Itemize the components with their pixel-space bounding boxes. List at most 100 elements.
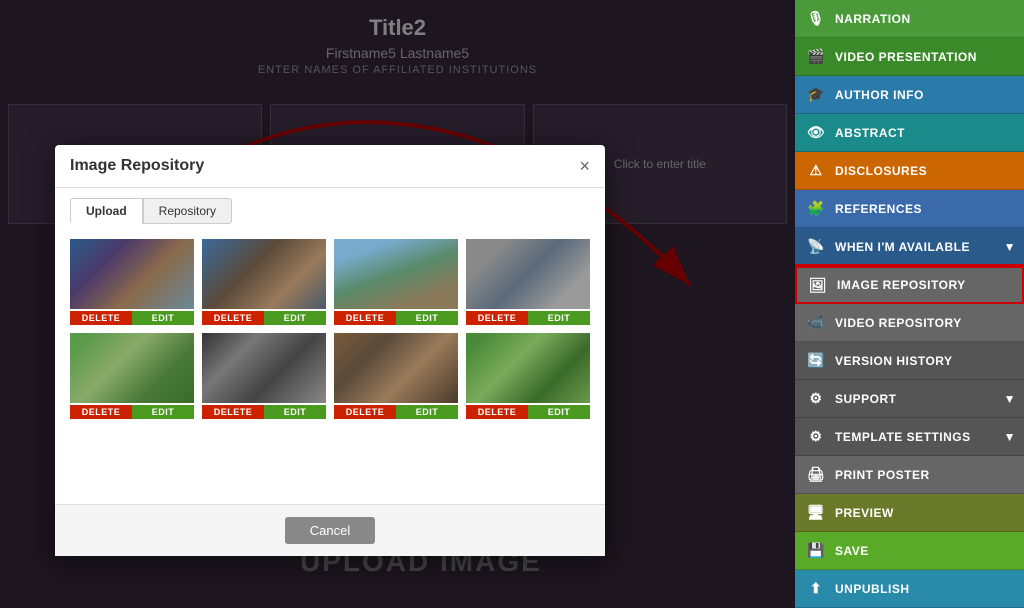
video-repository-icon: 📹 (805, 312, 827, 334)
modal-header: Image Repository × (55, 145, 605, 188)
modal-body: DELETE EDIT DELETE EDIT DELETE EDIT (55, 224, 605, 504)
author-info-icon: 🎓 (805, 84, 827, 106)
template-settings-icon: ⚙ (805, 426, 827, 448)
sidebar-item-label: UNPUBLISH (835, 582, 910, 596)
chevron-down-icon: ▼ (1004, 392, 1016, 406)
sidebar-item-save[interactable]: 💾 SAVE (795, 532, 1024, 570)
sidebar-item-label: VIDEO PRESENTATION (835, 50, 977, 64)
delete-button-4[interactable]: DELETE (466, 311, 528, 325)
image-item: DELETE EDIT (70, 239, 194, 325)
delete-button-8[interactable]: DELETE (466, 405, 528, 419)
edit-button-8[interactable]: EDIT (528, 405, 590, 419)
sidebar-item-image-repository[interactable]: 🖼 IMAGE REPOSITORY (795, 266, 1024, 304)
image-actions-3: DELETE EDIT (334, 311, 458, 325)
edit-button-6[interactable]: EDIT (264, 405, 326, 419)
preview-icon: 🖥 (805, 502, 827, 524)
disclosures-icon: ⚠ (805, 160, 827, 182)
sidebar-item-references[interactable]: 🧩 REFERENCES (795, 190, 1024, 228)
image-actions-6: DELETE EDIT (202, 405, 326, 419)
image-thumb-8 (466, 333, 590, 403)
references-icon: 🧩 (805, 198, 827, 220)
image-actions-8: DELETE EDIT (466, 405, 590, 419)
sidebar-item-label: WHEN I'M AVAILABLE (835, 240, 970, 254)
image-repository-icon: 🖼 (807, 274, 829, 296)
image-item: DELETE EDIT (202, 333, 326, 419)
delete-button-2[interactable]: DELETE (202, 311, 264, 325)
modal-footer: Cancel (55, 504, 605, 556)
sidebar-item-print-poster[interactable]: 🖨 PRINT POSTER (795, 456, 1024, 494)
chevron-down-icon: ▼ (1004, 240, 1016, 254)
image-thumb-4 (466, 239, 590, 309)
sidebar-item-unpublish[interactable]: ⬆ UNPUBLISH (795, 570, 1024, 608)
cancel-button[interactable]: Cancel (285, 517, 375, 544)
modal-tabs: Upload Repository (55, 188, 605, 224)
sidebar-item-label: VIDEO REPOSITORY (835, 316, 962, 330)
delete-button-1[interactable]: DELETE (70, 311, 132, 325)
sidebar-item-version-history[interactable]: 🔄 VERSION HISTORY (795, 342, 1024, 380)
sidebar-item-author-info[interactable]: 🎓 AUTHOR INFO (795, 76, 1024, 114)
sidebar-item-label: AUTHOR INFO (835, 88, 924, 102)
image-thumb-7 (334, 333, 458, 403)
sidebar-item-preview[interactable]: 🖥 PREVIEW (795, 494, 1024, 532)
image-thumb-5 (70, 333, 194, 403)
image-item: DELETE EDIT (466, 333, 590, 419)
sidebar-item-label: IMAGE REPOSITORY (837, 278, 966, 292)
video-presentation-icon: 🎬 (805, 46, 827, 68)
sidebar-item-label: VERSION HISTORY (835, 354, 953, 368)
sidebar-item-label: PRINT POSTER (835, 468, 930, 482)
sidebar-item-label: NARRATION (835, 12, 911, 26)
modal-title: Image Repository (70, 157, 204, 175)
abstract-icon: 👁 (805, 122, 827, 144)
sidebar-item-support[interactable]: ⚙ SUPPORT ▼ (795, 380, 1024, 418)
edit-button-3[interactable]: EDIT (396, 311, 458, 325)
edit-button-7[interactable]: EDIT (396, 405, 458, 419)
image-grid: DELETE EDIT DELETE EDIT DELETE EDIT (70, 239, 590, 419)
delete-button-5[interactable]: DELETE (70, 405, 132, 419)
chevron-down-icon: ▼ (1004, 430, 1016, 444)
save-icon: 💾 (805, 540, 827, 562)
sidebar-item-abstract[interactable]: 👁 ABSTRACT (795, 114, 1024, 152)
sidebar-item-label: REFERENCES (835, 202, 922, 216)
edit-button-4[interactable]: EDIT (528, 311, 590, 325)
image-actions-2: DELETE EDIT (202, 311, 326, 325)
image-item: DELETE EDIT (466, 239, 590, 325)
version-history-icon: 🔄 (805, 350, 827, 372)
image-repository-modal: Image Repository × Upload Repository DEL… (55, 145, 605, 556)
sidebar: 🎙 NARRATION 🎬 VIDEO PRESENTATION 🎓 AUTHO… (795, 0, 1024, 608)
narration-icon: 🎙 (805, 8, 827, 30)
image-item: DELETE EDIT (334, 333, 458, 419)
sidebar-item-disclosures[interactable]: ⚠ DISCLOSURES (795, 152, 1024, 190)
sidebar-item-video-presentation[interactable]: 🎬 VIDEO PRESENTATION (795, 38, 1024, 76)
support-icon: ⚙ (805, 388, 827, 410)
tab-repository[interactable]: Repository (143, 198, 232, 224)
sidebar-item-narration[interactable]: 🎙 NARRATION (795, 0, 1024, 38)
sidebar-item-template-settings[interactable]: ⚙ TEMPLATE SETTINGS ▼ (795, 418, 1024, 456)
delete-button-3[interactable]: DELETE (334, 311, 396, 325)
sidebar-item-video-repository[interactable]: 📹 VIDEO REPOSITORY (795, 304, 1024, 342)
delete-button-7[interactable]: DELETE (334, 405, 396, 419)
image-actions-1: DELETE EDIT (70, 311, 194, 325)
edit-button-5[interactable]: EDIT (132, 405, 194, 419)
image-thumb-6 (202, 333, 326, 403)
sidebar-item-label: ABSTRACT (835, 126, 905, 140)
sidebar-item-label: SUPPORT (835, 392, 897, 406)
sidebar-item-label: PREVIEW (835, 506, 894, 520)
print-poster-icon: 🖨 (805, 464, 827, 486)
modal-close-button[interactable]: × (579, 157, 590, 175)
image-item: DELETE EDIT (334, 239, 458, 325)
sidebar-item-label: TEMPLATE SETTINGS (835, 430, 971, 444)
sidebar-item-label: SAVE (835, 544, 869, 558)
image-actions-5: DELETE EDIT (70, 405, 194, 419)
sidebar-item-when-available[interactable]: 📡 WHEN I'M AVAILABLE ▼ (795, 228, 1024, 266)
image-actions-7: DELETE EDIT (334, 405, 458, 419)
tab-upload[interactable]: Upload (70, 198, 143, 224)
image-item: DELETE EDIT (70, 333, 194, 419)
edit-button-2[interactable]: EDIT (264, 311, 326, 325)
unpublish-icon: ⬆ (805, 578, 827, 600)
image-thumb-3 (334, 239, 458, 309)
sidebar-item-label: DISCLOSURES (835, 164, 927, 178)
image-item: DELETE EDIT (202, 239, 326, 325)
edit-button-1[interactable]: EDIT (132, 311, 194, 325)
image-thumb-2 (202, 239, 326, 309)
delete-button-6[interactable]: DELETE (202, 405, 264, 419)
